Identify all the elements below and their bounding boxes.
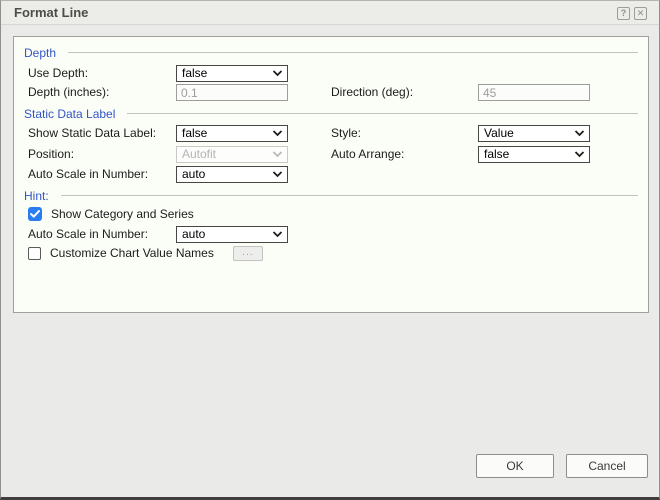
use-depth-label: Use Depth: xyxy=(28,65,88,82)
section-header-depth: Depth xyxy=(24,45,638,60)
auto-scale-dropdown[interactable]: auto xyxy=(176,166,288,183)
auto-arrange-label: Auto Arrange: xyxy=(331,146,404,163)
section-title-depth: Depth xyxy=(24,46,56,60)
direction-input xyxy=(478,84,590,101)
settings-groupbox: Depth Use Depth: false Depth (inches): D… xyxy=(13,36,649,313)
row-show-category-and-series: Show Category and Series xyxy=(28,206,194,222)
ellipsis-button: ... xyxy=(233,246,263,261)
cancel-button[interactable]: Cancel xyxy=(566,454,648,478)
dialog-title: Format Line xyxy=(14,5,88,20)
auto-scale-label: Auto Scale in Number: xyxy=(28,166,148,183)
depth-inches-input xyxy=(176,84,288,101)
depth-inches-label: Depth (inches): xyxy=(28,84,109,101)
style-label: Style: xyxy=(331,125,361,142)
chevron-down-icon xyxy=(574,130,585,137)
checkmark-icon xyxy=(30,210,40,218)
format-line-dialog: Format Line ? ✕ Depth Use Depth: false D… xyxy=(0,0,660,500)
help-icon[interactable]: ? xyxy=(617,7,630,20)
row-show-static-data-label: Show Static Data Label: false Style: Val… xyxy=(14,125,648,142)
customize-chart-value-names-checkbox[interactable] xyxy=(28,247,41,260)
section-header-hint: Hint: xyxy=(24,188,638,203)
close-icon[interactable]: ✕ xyxy=(634,7,647,20)
section-header-static-data-label: Static Data Label xyxy=(24,106,638,121)
ok-button[interactable]: OK xyxy=(476,454,554,478)
customize-chart-value-names-label: Customize Chart Value Names xyxy=(50,245,214,261)
chevron-down-icon xyxy=(272,70,283,77)
position-label: Position: xyxy=(28,146,74,163)
section-title-static-data-label: Static Data Label xyxy=(24,107,115,121)
row-customize-chart-value-names: Customize Chart Value Names ... xyxy=(28,245,263,261)
title-bar-buttons: ? ✕ xyxy=(617,7,647,20)
row-position: Position: Autofit Auto Arrange: false xyxy=(14,146,648,163)
section-divider xyxy=(61,195,638,196)
chevron-down-icon xyxy=(272,171,283,178)
row-auto-scale-hint: Auto Scale in Number: auto xyxy=(14,226,648,243)
auto-arrange-dropdown[interactable]: false xyxy=(478,146,590,163)
chevron-down-icon xyxy=(272,151,283,158)
show-static-data-label-dropdown[interactable]: false xyxy=(176,125,288,142)
title-bar: Format Line ? ✕ xyxy=(1,1,659,25)
auto-scale-hint-dropdown[interactable]: auto xyxy=(176,226,288,243)
section-title-hint: Hint: xyxy=(24,189,49,203)
show-category-label: Show Category and Series xyxy=(51,206,194,222)
chevron-down-icon xyxy=(272,130,283,137)
row-auto-scale-static: Auto Scale in Number: auto xyxy=(14,166,648,183)
chevron-down-icon xyxy=(574,151,585,158)
position-dropdown: Autofit xyxy=(176,146,288,163)
use-depth-dropdown[interactable]: false xyxy=(176,65,288,82)
row-use-depth: Use Depth: false xyxy=(14,65,648,82)
chevron-down-icon xyxy=(272,231,283,238)
show-static-data-label-label: Show Static Data Label: xyxy=(28,125,156,142)
auto-scale-hint-label: Auto Scale in Number: xyxy=(28,226,148,243)
direction-label: Direction (deg): xyxy=(331,84,413,101)
style-dropdown[interactable]: Value xyxy=(478,125,590,142)
section-divider xyxy=(127,113,638,114)
show-category-checkbox[interactable] xyxy=(28,207,42,221)
row-depth-inches: Depth (inches): Direction (deg): xyxy=(14,84,648,101)
section-divider xyxy=(68,52,638,53)
